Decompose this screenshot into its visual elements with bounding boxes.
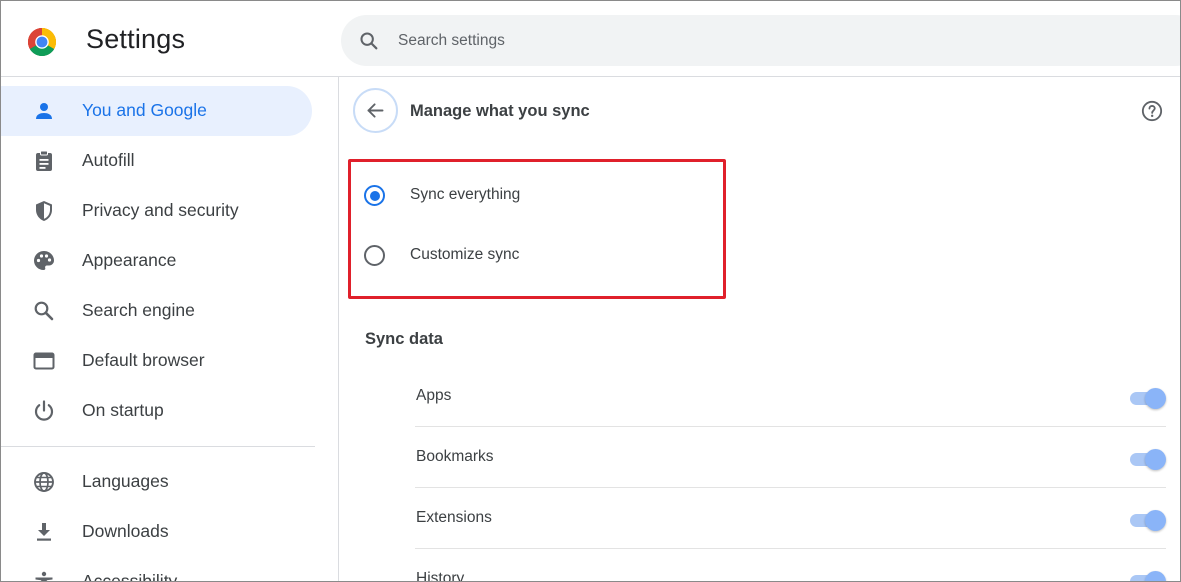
toggle-knob <box>1145 449 1166 470</box>
sync-row-extensions: Extensions <box>415 488 1166 549</box>
sync-row-bookmarks: Bookmarks <box>415 427 1166 488</box>
sidebar-item-label: On startup <box>82 400 164 420</box>
sync-row-history: History <box>415 549 1166 582</box>
sync-data-heading: Sync data <box>365 330 443 348</box>
chrome-logo-icon <box>28 28 56 56</box>
sidebar-item-downloads[interactable]: Downloads <box>1 507 312 557</box>
sync-item-label: Extensions <box>416 509 492 526</box>
arrow-back-icon <box>367 103 384 118</box>
sidebar-item-label: Languages <box>82 471 169 491</box>
sidebar-item-privacy-and-security[interactable]: Privacy and security <box>1 186 312 236</box>
toggle-knob <box>1145 510 1166 531</box>
help-icon[interactable] <box>1141 100 1163 122</box>
toggle-knob <box>1145 388 1166 409</box>
sidebar-item-autofill[interactable]: Autofill <box>1 136 312 186</box>
search-box[interactable] <box>341 15 1180 66</box>
accessibility-icon <box>35 571 53 581</box>
main-content: Manage what you sync Sync everything Cus… <box>340 77 1180 582</box>
header: Settings <box>1 1 1180 77</box>
sidebar-item-label: Default browser <box>82 350 205 370</box>
person-icon <box>36 103 52 119</box>
sync-item-label: Apps <box>416 387 452 404</box>
sidebar-item-label: Accessibility <box>82 571 178 582</box>
sidebar-divider <box>1 446 315 447</box>
sync-everything-option[interactable]: Sync everything <box>364 177 694 217</box>
settings-window: Settings You and Google <box>0 0 1181 582</box>
search-input[interactable] <box>398 15 998 66</box>
customize-sync-option[interactable]: Customize sync <box>364 237 694 277</box>
sidebar-item-label: Downloads <box>82 521 169 541</box>
radio-label: Customize sync <box>410 246 520 263</box>
sync-item-label: History <box>416 570 465 582</box>
sidebar-item-default-browser[interactable]: Default browser <box>1 336 312 386</box>
globe-icon <box>34 472 54 492</box>
sidebar-item-label: Search engine <box>82 300 195 320</box>
sync-item-label: Bookmarks <box>416 448 494 465</box>
bookmarks-toggle[interactable] <box>1128 448 1166 470</box>
back-button[interactable] <box>353 88 398 133</box>
clipboard-icon <box>36 150 52 171</box>
extensions-toggle[interactable] <box>1128 509 1166 531</box>
palette-icon <box>34 251 54 270</box>
customize-sync-radio[interactable] <box>364 245 385 266</box>
history-toggle[interactable] <box>1128 570 1166 581</box>
sidebar-item-languages[interactable]: Languages <box>1 457 312 507</box>
sync-row-apps: Apps <box>415 366 1166 427</box>
search-icon <box>360 32 378 50</box>
sidebar-item-label: Privacy and security <box>82 200 239 220</box>
sidebar-item-on-startup[interactable]: On startup <box>1 386 312 436</box>
apps-toggle[interactable] <box>1128 387 1166 409</box>
search-icon <box>34 301 54 321</box>
sidebar: You and Google Autofill Privacy and secu… <box>1 77 339 582</box>
section-title: Manage what you sync <box>410 102 590 120</box>
sync-everything-radio[interactable] <box>364 185 385 206</box>
download-icon <box>37 523 51 541</box>
sidebar-item-accessibility[interactable]: Accessibility <box>1 557 312 582</box>
sidebar-item-search-engine[interactable]: Search engine <box>1 286 312 336</box>
sidebar-item-label: Autofill <box>82 150 135 170</box>
radio-label: Sync everything <box>410 186 521 203</box>
toggle-knob <box>1145 571 1166 581</box>
sidebar-item-label: You and Google <box>82 100 207 120</box>
browser-window-icon <box>33 352 55 370</box>
power-icon <box>34 400 54 421</box>
page-title: Settings <box>86 24 186 54</box>
sidebar-item-you-and-google[interactable]: You and Google <box>1 86 312 136</box>
sidebar-item-appearance[interactable]: Appearance <box>1 236 312 286</box>
shield-icon <box>36 201 52 221</box>
sidebar-item-label: Appearance <box>82 250 177 270</box>
